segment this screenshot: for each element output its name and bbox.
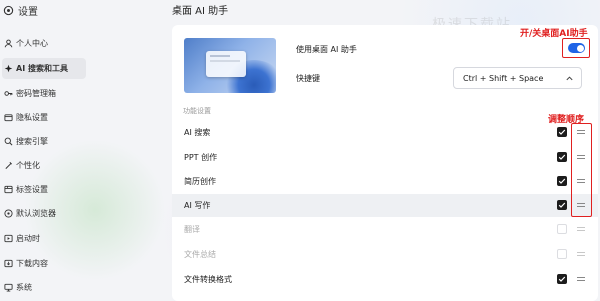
drag-handle-icon[interactable] — [577, 226, 585, 232]
feature-name: 简历创作 — [184, 177, 216, 186]
feature-row-resume: 简历创作 — [172, 170, 598, 193]
feature-name: PPT 创作 — [184, 153, 218, 162]
settings-header: 设置 — [3, 2, 38, 18]
sidebar-item-label: 标签设置 — [16, 185, 48, 194]
feature-row-file-convert: 文件转换格式 — [172, 268, 598, 291]
sidebar-item-passwords[interactable]: 密码管理箱 — [2, 83, 86, 104]
sidebar-item-default-browser[interactable]: 默认浏览器 — [2, 203, 86, 224]
drag-handle-icon[interactable] — [577, 251, 585, 257]
privacy-icon — [4, 114, 13, 122]
sidebar: 设置 个人中心 AI 搜索和工具 密码管理箱 隐私设置 搜索引擎 个性化 标签设… — [0, 0, 90, 301]
section-label: 功能设置 — [183, 107, 211, 115]
sidebar-item-label: AI 搜索和工具 — [16, 64, 68, 73]
feature-name: 文件转换格式 — [184, 275, 232, 284]
feature-checkbox[interactable] — [557, 176, 567, 186]
search-icon — [4, 137, 13, 146]
sidebar-item-label: 个性化 — [16, 161, 40, 170]
sidebar-item-label: 密码管理箱 — [16, 89, 56, 98]
shortcut-label: 快捷键 — [296, 74, 320, 83]
sidebar-item-label: 个人中心 — [16, 39, 48, 48]
chevron-up-icon — [566, 75, 573, 80]
feature-row-file-summary: 文件总结 — [172, 243, 598, 266]
sidebar-item-system[interactable]: 系统 — [2, 277, 86, 298]
settings-logo-icon — [3, 5, 14, 15]
feature-name: AI 搜索 — [184, 128, 211, 137]
person-icon — [4, 39, 13, 48]
drag-handle-icon[interactable] — [577, 276, 585, 282]
download-icon — [4, 259, 13, 268]
preview-window — [206, 51, 246, 77]
sidebar-item-downloads[interactable]: 下载内容 — [2, 253, 86, 274]
feature-name: 文件总结 — [184, 250, 216, 259]
annotation-order-box — [571, 123, 592, 217]
feature-checkbox[interactable] — [557, 274, 567, 284]
sidebar-item-label: 系统 — [16, 283, 32, 292]
enable-assistant-label: 使用桌面 AI 助手 — [296, 45, 357, 54]
check-icon — [558, 202, 566, 208]
sidebar-item-label: 搜索引擎 — [16, 137, 48, 146]
sidebar-item-personalize[interactable]: 个性化 — [2, 155, 86, 176]
sidebar-item-label: 默认浏览器 — [16, 209, 56, 218]
check-icon — [558, 129, 566, 135]
feature-row-translate: 翻译 — [172, 218, 598, 241]
page-title: 桌面 AI 助手 — [172, 6, 229, 17]
sidebar-item-profile[interactable]: 个人中心 — [2, 33, 86, 54]
sidebar-item-tabs[interactable]: 标签设置 — [2, 179, 86, 200]
system-icon — [4, 283, 13, 292]
feature-row-ai-writing: AI 写作 — [172, 194, 598, 217]
check-icon — [558, 276, 566, 282]
feature-row-ppt: PPT 创作 — [172, 146, 598, 169]
feature-checkbox[interactable] — [557, 152, 567, 162]
sidebar-item-ai-tools[interactable]: AI 搜索和工具 — [2, 58, 86, 79]
sidebar-item-label: 隐私设置 — [16, 113, 48, 122]
startup-icon — [4, 234, 13, 243]
feature-name: AI 写作 — [184, 201, 211, 210]
shortcut-value: Ctrl + Shift + Space — [463, 73, 544, 83]
sidebar-item-startup[interactable]: 启动时 — [2, 228, 86, 249]
palette-icon — [5, 161, 13, 170]
sidebar-item-label: 启动时 — [16, 234, 40, 243]
sidebar-item-privacy[interactable]: 隐私设置 — [2, 107, 86, 128]
sidebar-item-search-engine[interactable]: 搜索引擎 — [2, 131, 86, 152]
key-icon — [4, 91, 13, 96]
feature-row-ai-search: AI 搜索 — [172, 121, 598, 144]
feature-name: 翻译 — [184, 225, 200, 234]
assistant-preview-image — [184, 38, 276, 93]
settings-title: 设置 — [18, 6, 38, 18]
shortcut-dropdown[interactable]: Ctrl + Shift + Space — [453, 67, 582, 89]
check-icon — [558, 178, 566, 184]
feature-checkbox[interactable] — [557, 200, 567, 210]
check-icon — [558, 154, 566, 160]
feature-checkbox[interactable] — [557, 127, 567, 137]
annotation-toggle-box — [562, 38, 590, 58]
feature-checkbox[interactable] — [557, 249, 567, 259]
feature-checkbox[interactable] — [557, 224, 567, 234]
sidebar-item-label: 下载内容 — [16, 259, 48, 268]
ai-icon — [4, 64, 13, 73]
tab-icon — [4, 185, 13, 194]
browser-icon — [4, 209, 13, 218]
